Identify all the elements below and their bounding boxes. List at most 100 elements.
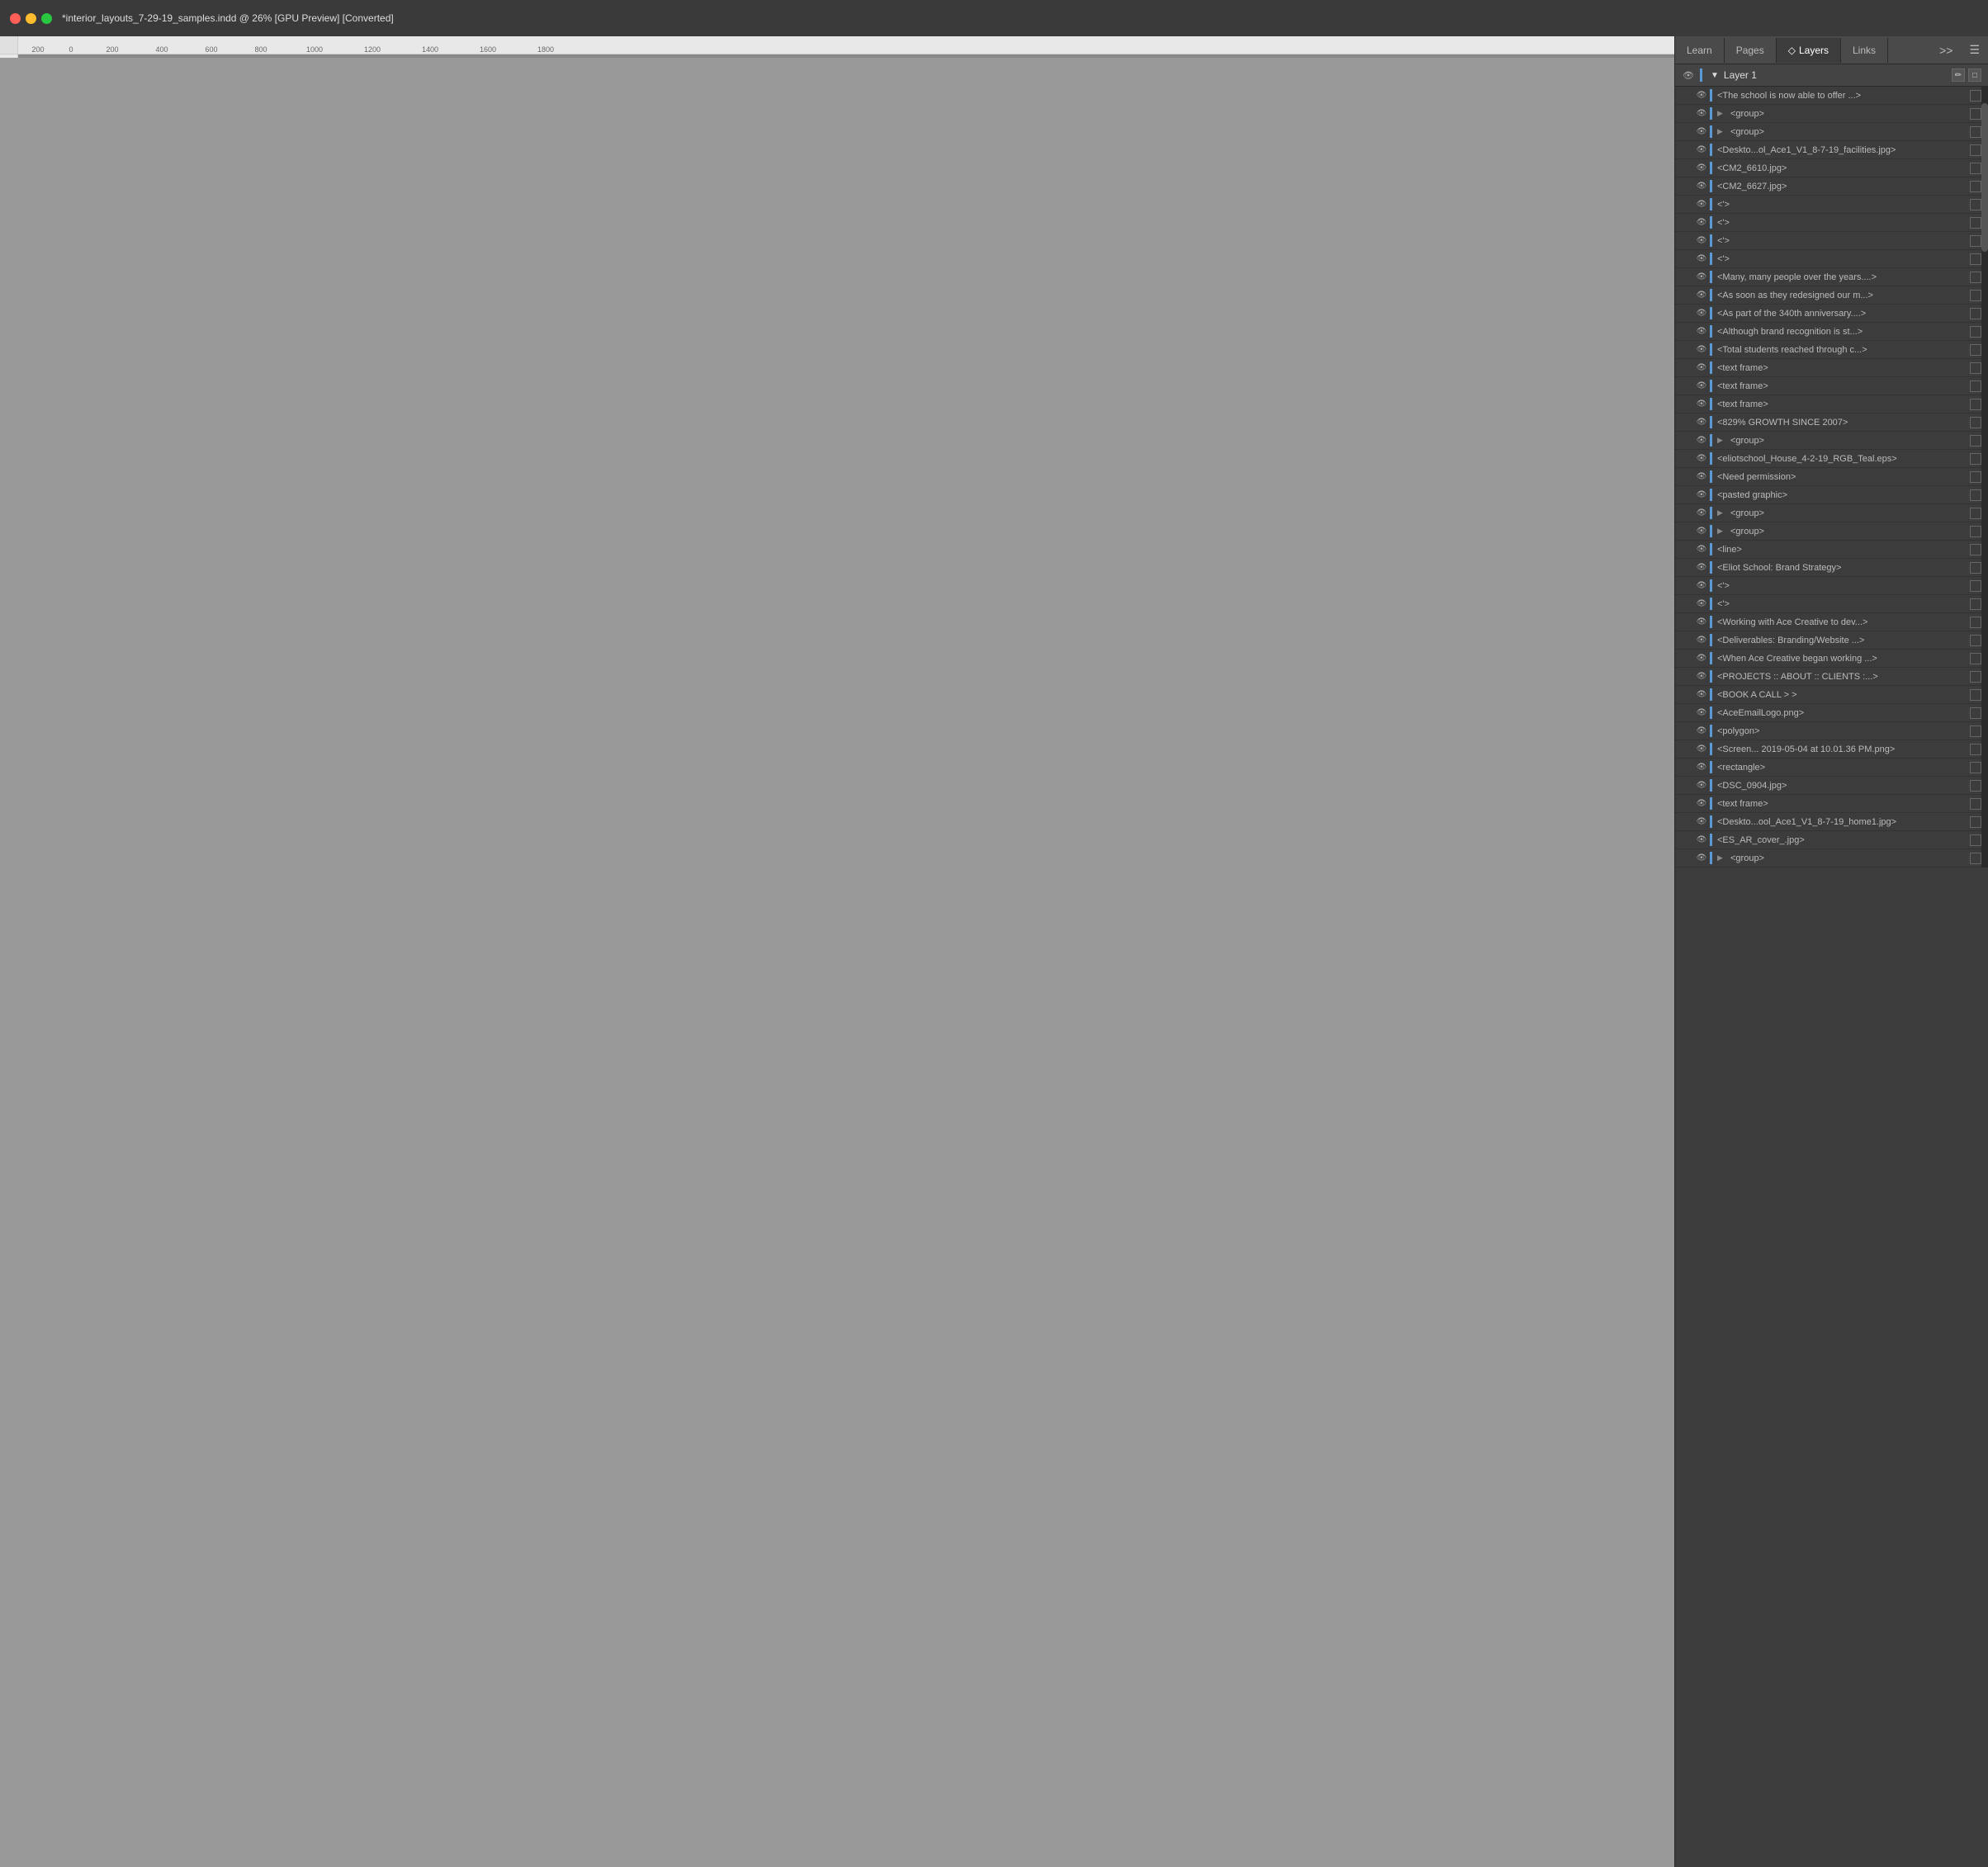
layer-item-4[interactable]: 👁 <CM2_6610.jpg> [1675,159,1988,177]
layer-item-24[interactable]: 👁 ▶ <group> [1675,522,1988,541]
item-box-28[interactable] [1970,598,1981,610]
layer-1-header[interactable]: 👁 ▼ Layer 1 ✏ □ [1675,64,1988,87]
layer-item-5[interactable]: 👁 <CM2_6627.jpg> [1675,177,1988,196]
layer-item-20[interactable]: 👁 <eliotschool_House_4-2-19_RGB_Teal.eps… [1675,450,1988,468]
eye-icon-10[interactable]: 👁 [1695,272,1708,283]
item-box-29[interactable] [1970,617,1981,628]
eye-icon-39[interactable]: 👁 [1695,798,1708,810]
item-box-7[interactable] [1970,217,1981,229]
layer-item-37[interactable]: 👁 <rectangle> [1675,759,1988,777]
layer-chevron-down[interactable]: ▼ [1711,71,1719,80]
scroll-thumb[interactable] [1981,103,1988,252]
layer-item-2[interactable]: 👁 ▶ <group> [1675,123,1988,141]
item-box-40[interactable] [1970,816,1981,828]
eye-icon-30[interactable]: 👁 [1695,635,1708,646]
chevron-2[interactable]: ▶ [1717,127,1725,136]
item-box-19[interactable] [1970,435,1981,447]
eye-icon-14[interactable]: 👁 [1695,344,1708,356]
eye-icon-32[interactable]: 👁 [1695,671,1708,683]
canvas-content[interactable]: Ace Creative Design to Knowledge PROJECT… [18,54,1674,58]
chevron-23[interactable]: ▶ [1717,508,1725,518]
layer-item-15[interactable]: 👁 <text frame> [1675,359,1988,377]
eye-icon-16[interactable]: 👁 [1695,380,1708,392]
chevron-42[interactable]: ▶ [1717,853,1725,863]
layer-item-25[interactable]: 👁 <line> [1675,541,1988,559]
layer-item-28[interactable]: 👁 <'> [1675,595,1988,613]
eye-icon-29[interactable]: 👁 [1695,617,1708,628]
tab-pages[interactable]: Pages [1725,38,1777,63]
item-box-24[interactable] [1970,526,1981,537]
item-box-34[interactable] [1970,707,1981,719]
maximize-button[interactable] [41,13,52,24]
layers-panel[interactable]: 👁 ▼ Layer 1 ✏ □ 👁 <The school is now abl… [1675,64,1988,1867]
eye-icon-24[interactable]: 👁 [1695,526,1708,537]
layer-item-32[interactable]: 👁 <PROJECTS :: ABOUT :: CLIENTS :...> [1675,668,1988,686]
close-button[interactable] [10,13,21,24]
item-box-26[interactable] [1970,562,1981,574]
eye-icon-37[interactable]: 👁 [1695,762,1708,773]
layer-item-23[interactable]: 👁 ▶ <group> [1675,504,1988,522]
layer-edit-button[interactable]: ✏ [1952,69,1965,82]
layer-item-14[interactable]: 👁 <Total students reached through c...> [1675,341,1988,359]
layer-item-30[interactable]: 👁 <Deliverables: Branding/Website ...> [1675,631,1988,650]
layer-item-3[interactable]: 👁 <Deskto...ol_Ace1_V1_8-7-19_facilities… [1675,141,1988,159]
layer-item-36[interactable]: 👁 <Screen... 2019-05-04 at 10.01.36 PM.p… [1675,740,1988,759]
eye-icon-11[interactable]: 👁 [1695,290,1708,301]
eye-icon-38[interactable]: 👁 [1695,780,1708,792]
item-box-9[interactable] [1970,253,1981,265]
item-box-37[interactable] [1970,762,1981,773]
eye-icon-1[interactable]: 👁 [1695,108,1708,120]
layer-item-16[interactable]: 👁 <text frame> [1675,377,1988,395]
item-box-23[interactable] [1970,508,1981,519]
layer-item-22[interactable]: 👁 <pasted graphic> [1675,486,1988,504]
item-box-15[interactable] [1970,362,1981,374]
item-box-36[interactable] [1970,744,1981,755]
layer-item-6[interactable]: 👁 <'> [1675,196,1988,214]
eye-icon-15[interactable]: 👁 [1695,362,1708,374]
item-box-16[interactable] [1970,380,1981,392]
item-box-35[interactable] [1970,726,1981,737]
layer-item-34[interactable]: 👁 <AceEmailLogo.png> [1675,704,1988,722]
chevron-1[interactable]: ▶ [1717,109,1725,118]
eye-icon-12[interactable]: 👁 [1695,308,1708,319]
item-box-39[interactable] [1970,798,1981,810]
tab-learn[interactable]: Learn [1675,38,1725,63]
layer-item-31[interactable]: 👁 <When Ace Creative began working ...> [1675,650,1988,668]
eye-icon-34[interactable]: 👁 [1695,707,1708,719]
item-box-42[interactable] [1970,853,1981,864]
item-box-18[interactable] [1970,417,1981,428]
item-box-14[interactable] [1970,344,1981,356]
eye-icon-28[interactable]: 👁 [1695,598,1708,610]
panel-menu-button[interactable]: ☰ [1961,36,1988,64]
eye-icon-33[interactable]: 👁 [1695,689,1708,701]
layer-item-8[interactable]: 👁 <'> [1675,232,1988,250]
item-box-33[interactable] [1970,689,1981,701]
minimize-button[interactable] [26,13,36,24]
item-box-5[interactable] [1970,181,1981,192]
layer-item-27[interactable]: 👁 <'> [1675,577,1988,595]
chevron-19[interactable]: ▶ [1717,436,1725,445]
eye-icon-7[interactable]: 👁 [1695,217,1708,229]
item-box-38[interactable] [1970,780,1981,792]
layer-item-12[interactable]: 👁 <As part of the 340th anniversary....> [1675,305,1988,323]
eye-icon-9[interactable]: 👁 [1695,253,1708,265]
item-box-12[interactable] [1970,308,1981,319]
eye-icon-40[interactable]: 👁 [1695,816,1708,828]
layer-item-7[interactable]: 👁 <'> [1675,214,1988,232]
item-box-6[interactable] [1970,199,1981,210]
layer-lock-button[interactable]: □ [1968,69,1981,82]
layer-item-21[interactable]: 👁 <Need permission> [1675,468,1988,486]
eye-icon-22[interactable]: 👁 [1695,489,1708,501]
tab-layers[interactable]: ◇ Layers [1777,38,1841,63]
eye-icon-2[interactable]: 👁 [1695,126,1708,138]
layer-item-39[interactable]: 👁 <text frame> [1675,795,1988,813]
item-box-32[interactable] [1970,671,1981,683]
item-box-25[interactable] [1970,544,1981,555]
eye-icon-25[interactable]: 👁 [1695,544,1708,555]
eye-icon-20[interactable]: 👁 [1695,453,1708,465]
eye-icon-23[interactable]: 👁 [1695,508,1708,519]
item-box-11[interactable] [1970,290,1981,301]
item-box-22[interactable] [1970,489,1981,501]
eye-icon-8[interactable]: 👁 [1695,235,1708,247]
layer-item-29[interactable]: 👁 <Working with Ace Creative to dev...> [1675,613,1988,631]
